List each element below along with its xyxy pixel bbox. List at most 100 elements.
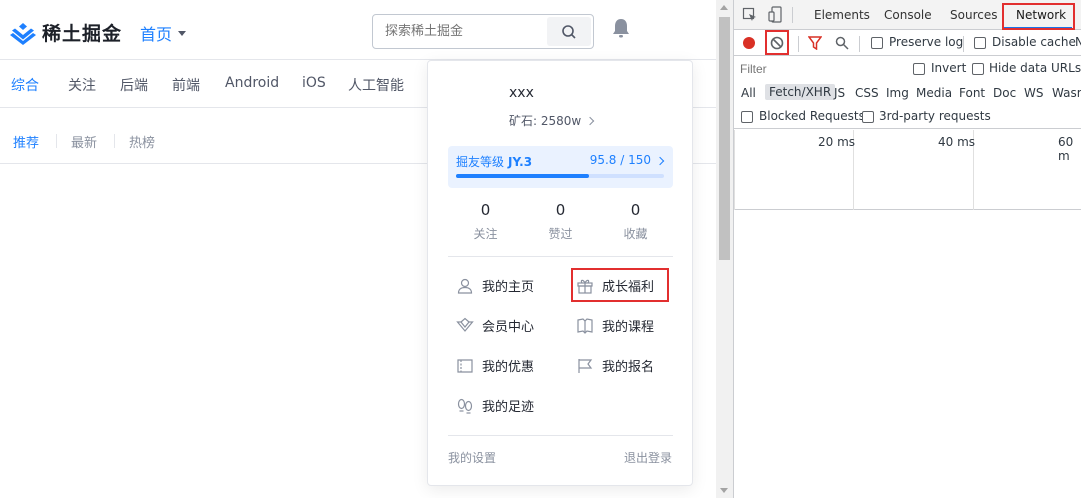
chevron-right-icon (585, 116, 595, 125)
user-icon (457, 278, 473, 294)
inspect-element-icon[interactable] (742, 7, 758, 23)
type-doc[interactable]: Doc (993, 86, 1016, 100)
logout-link[interactable]: 退出登录 (624, 449, 672, 466)
scroll-down-icon[interactable] (720, 488, 728, 493)
stat-liked[interactable]: 0 赞过 (523, 201, 598, 242)
type-font[interactable]: Font (959, 86, 985, 100)
preserve-log-checkbox[interactable] (871, 37, 883, 49)
menu-vip-center[interactable]: 会员中心 (456, 316, 534, 335)
nav-item-android[interactable]: Android (225, 75, 279, 91)
hide-data-urls-checkbox[interactable] (972, 63, 984, 75)
hide-data-urls-label: Hide data URLs (989, 61, 1081, 75)
level-card[interactable]: 掘友等级 JY.3 95.8 / 150 (448, 146, 673, 188)
type-ws[interactable]: WS (1024, 86, 1043, 100)
disable-cache-label: Disable cache (992, 35, 1076, 49)
top-header: 稀土掘金 首页 (0, 0, 716, 60)
juejin-site: 稀土掘金 首页 探索稀土掘金 综合 关注 后端 前端 Android iOS 人… (0, 0, 716, 498)
search-button[interactable] (547, 17, 591, 46)
device-toolbar-icon[interactable] (768, 6, 784, 24)
user-dropdown-panel: xxx 矿石: 2580w 掘友等级JY.3 95.8 / 150 0 关注 (427, 60, 693, 486)
blocked-requests-checkbox[interactable] (741, 111, 753, 123)
search-box (372, 14, 594, 49)
type-all[interactable]: All (741, 86, 756, 100)
type-media[interactable]: Media (916, 86, 952, 100)
scroll-thumb[interactable] (719, 17, 730, 260)
level-value: JY.3 (508, 155, 533, 169)
type-fetch-xhr[interactable]: Fetch/XHR (765, 84, 836, 100)
filter-input[interactable] (738, 60, 900, 78)
stat-following[interactable]: 0 关注 (448, 201, 523, 242)
divider (963, 36, 964, 52)
bell-icon (613, 19, 629, 38)
menu-label: 我的优惠 (482, 360, 535, 375)
home-dropdown[interactable]: 首页 (140, 21, 187, 45)
record-icon[interactable] (743, 37, 755, 49)
divider (448, 435, 673, 436)
subnav-hot[interactable]: 热榜 (129, 132, 155, 151)
menu-label: 我的课程 (602, 320, 655, 335)
tab-elements[interactable]: Elements (814, 8, 870, 22)
menu-label: 我的报名 (602, 360, 655, 375)
level-progress-text: 95.8 / 150 (589, 153, 651, 167)
book-icon (577, 317, 593, 334)
timeline-label: 60 m (1058, 135, 1074, 163)
overflow-label: N (1075, 35, 1081, 49)
stat-label: 赞过 (548, 227, 573, 241)
nav-item-backend[interactable]: 后端 (120, 75, 148, 95)
settings-link[interactable]: 我的设置 (448, 449, 496, 466)
invert-checkbox[interactable] (913, 63, 925, 75)
divider (56, 134, 57, 148)
juejin-logo-icon (10, 22, 36, 45)
menu-label: 我的主页 (482, 280, 535, 295)
subnav-recommend[interactable]: 推荐 (13, 132, 39, 151)
caret-down-icon (178, 30, 187, 36)
menu-my-courses[interactable]: 我的课程 (576, 316, 654, 335)
logo[interactable]: 稀土掘金 (10, 19, 122, 46)
type-wasm[interactable]: Wasm (1052, 86, 1081, 100)
third-party-checkbox[interactable] (862, 111, 874, 123)
divider (798, 36, 799, 52)
menu-my-home[interactable]: 我的主页 (456, 276, 534, 295)
timeline-label: 20 ms (818, 135, 856, 149)
level-label: 掘友等级 JY.3 (456, 153, 532, 170)
search-icon[interactable] (835, 36, 849, 50)
third-party-label: 3rd-party requests (879, 109, 991, 123)
page-scrollbar[interactable] (716, 0, 733, 498)
divider (792, 7, 793, 23)
devtools-tabbar: Elements Console Sources Network (734, 0, 1081, 30)
type-js[interactable]: JS (834, 86, 845, 100)
search-input[interactable] (373, 15, 548, 48)
menu-my-signups[interactable]: 我的报名 (576, 356, 654, 375)
subnav-latest[interactable]: 最新 (71, 132, 97, 151)
menu-label: 我的足迹 (482, 400, 535, 415)
nav-item-ai[interactable]: 人工智能 (348, 75, 404, 95)
stat-number: 0 (630, 201, 641, 219)
vip-icon (456, 317, 474, 332)
level-label-text: 掘友等级 (456, 155, 505, 169)
nav-item-frontend[interactable]: 前端 (172, 75, 200, 95)
footprint-icon (457, 398, 473, 414)
ore-balance[interactable]: 矿石: 2580w (509, 112, 595, 129)
tab-console[interactable]: Console (884, 8, 932, 22)
tab-sources[interactable]: Sources (950, 8, 997, 22)
nav-item-follow[interactable]: 关注 (68, 75, 96, 95)
nav-item-comprehensive[interactable]: 综合 (11, 75, 39, 95)
filter-icon[interactable] (808, 36, 822, 50)
highlight-box (571, 268, 669, 302)
timeline-gridline (734, 130, 735, 210)
scroll-up-icon[interactable] (720, 5, 728, 10)
type-css[interactable]: CSS (855, 86, 879, 100)
username[interactable]: xxx (509, 85, 534, 101)
disable-cache-checkbox[interactable] (974, 37, 986, 49)
stat-collected[interactable]: 0 收藏 (598, 201, 673, 242)
menu-my-footprint[interactable]: 我的足迹 (456, 396, 534, 415)
menu-my-coupons[interactable]: 我的优惠 (456, 356, 534, 375)
divider (114, 134, 115, 148)
network-timeline[interactable]: 20 ms 40 ms 60 m (734, 130, 1081, 210)
invert-label: Invert (931, 61, 967, 75)
notification-bell[interactable] (611, 17, 631, 43)
nav-item-ios[interactable]: iOS (302, 75, 326, 91)
type-img[interactable]: Img (886, 86, 909, 100)
highlight-box (765, 30, 789, 55)
menu-label: 会员中心 (482, 320, 535, 335)
